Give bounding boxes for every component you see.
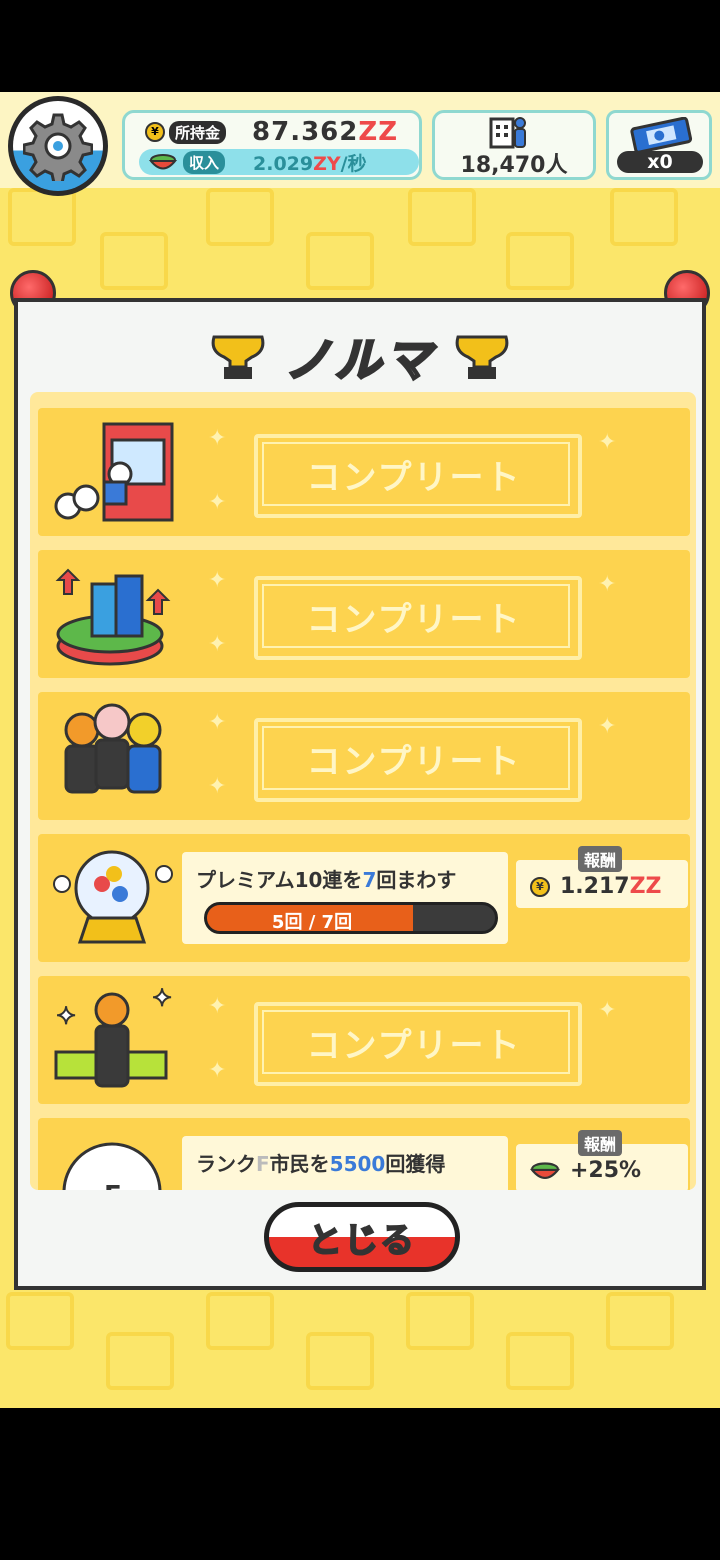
money-panel: ¥ 所持金 87.362ZZ 収入 2.029ZY/秒 — [122, 110, 422, 180]
modal-title-text: ノルマ — [284, 332, 435, 389]
population-panel: 18,470人 — [432, 110, 596, 180]
population-value: 18,470人 — [460, 153, 568, 178]
ticket-icon — [630, 117, 693, 151]
ticket-button[interactable]: x0 — [606, 110, 712, 180]
gumball-machine-icon — [53, 850, 173, 944]
close-button[interactable]: とじる — [264, 1202, 460, 1272]
task-description: プレミアム10連を7回まわす — [196, 868, 457, 892]
citizens-group-icon — [64, 703, 162, 794]
quota-item-rank-up: ✦ ✦ コンプリート ✦ ✦ ✦ — [38, 976, 690, 1104]
task-description: ランクF市民を5500回獲得 — [196, 1152, 446, 1176]
salad-bowl-icon — [149, 154, 177, 170]
quota-item-premium-gacha: プレミアム10連を7回まわす 5回 / 7回 報酬 ¥ 1.217ZZ — [38, 834, 690, 962]
quota-list[interactable]: コンプリート ✦ ✦ ✦ コンプリート ✦ ✦ ✦ コンプリート ✦ ✦ ✦ プ… — [30, 392, 696, 1190]
reward-box: 報酬 +25% — [516, 1130, 688, 1190]
complete-stamp: コンプリート ✦ ✦ ✦ — [198, 420, 658, 524]
income-label: 収入 — [183, 150, 226, 174]
rank-f-badge-icon: F — [62, 1142, 162, 1190]
reward-value: ¥ 1.217ZZ — [530, 874, 662, 899]
gear-icon — [23, 113, 93, 181]
progress-text: 5回 / 7回 — [271, 912, 353, 933]
building-person-icon — [489, 117, 526, 149]
ticket-count: x0 — [617, 151, 703, 173]
income-value: 2.029ZY/秒 — [253, 152, 367, 175]
settings-button[interactable] — [8, 96, 108, 196]
close-button-label: とじる — [307, 1220, 416, 1262]
complete-stamp: コンプリート ✦ ✦ ✦ — [198, 988, 658, 1092]
trophy-icon — [455, 335, 509, 379]
quota-item-building-upgrade: コンプリート ✦ ✦ ✦ — [38, 550, 690, 678]
quota-item-citizens: コンプリート ✦ ✦ ✦ — [38, 692, 690, 820]
reward-value: +25% — [530, 1158, 641, 1183]
quota-modal: ノルマ コンプリート ✦ ✦ ✦ コンプリート ✦ ✦ ✦ コンプリート ✦ ✦… — [14, 298, 706, 1290]
reward-label: 報酬 — [578, 1130, 623, 1156]
rank-up-citizen-icon: ✦ ✦ — [54, 986, 173, 1088]
reward-box: 報酬 ¥ 1.217ZZ — [516, 846, 688, 952]
coin-icon: ¥ — [530, 876, 550, 897]
yen-coin-icon: ¥ — [145, 122, 165, 142]
task-box: ランクF市民を5500回獲得 — [182, 1136, 508, 1190]
money-label: 所持金 — [169, 120, 227, 144]
trophy-icon — [211, 335, 265, 379]
reward-label: 報酬 — [578, 846, 623, 872]
gacha-machine-icon — [54, 422, 174, 522]
building-upgrade-icon — [55, 568, 171, 666]
salad-bowl-icon — [530, 1161, 560, 1179]
complete-stamp: コンプリート ✦ ✦ ✦ — [198, 704, 658, 808]
task-box: プレミアム10連を7回まわす 5回 / 7回 — [182, 852, 508, 944]
quota-item-gacha: コンプリート ✦ ✦ ✦ — [38, 408, 690, 536]
svg-text:F: F — [104, 1181, 122, 1190]
modal-title: ノルマ — [18, 324, 702, 390]
svg-text:✦: ✦ — [152, 986, 172, 1012]
progress-bar: 5回 / 7回 — [204, 902, 498, 934]
quota-item-rank-f: F ランクF市民を5500回獲得 報酬 +25% — [38, 1118, 690, 1190]
money-value: 87.362ZZ — [252, 117, 399, 147]
complete-stamp: コンプリート ✦ ✦ ✦ — [198, 562, 658, 666]
svg-text:✦: ✦ — [56, 1002, 76, 1030]
